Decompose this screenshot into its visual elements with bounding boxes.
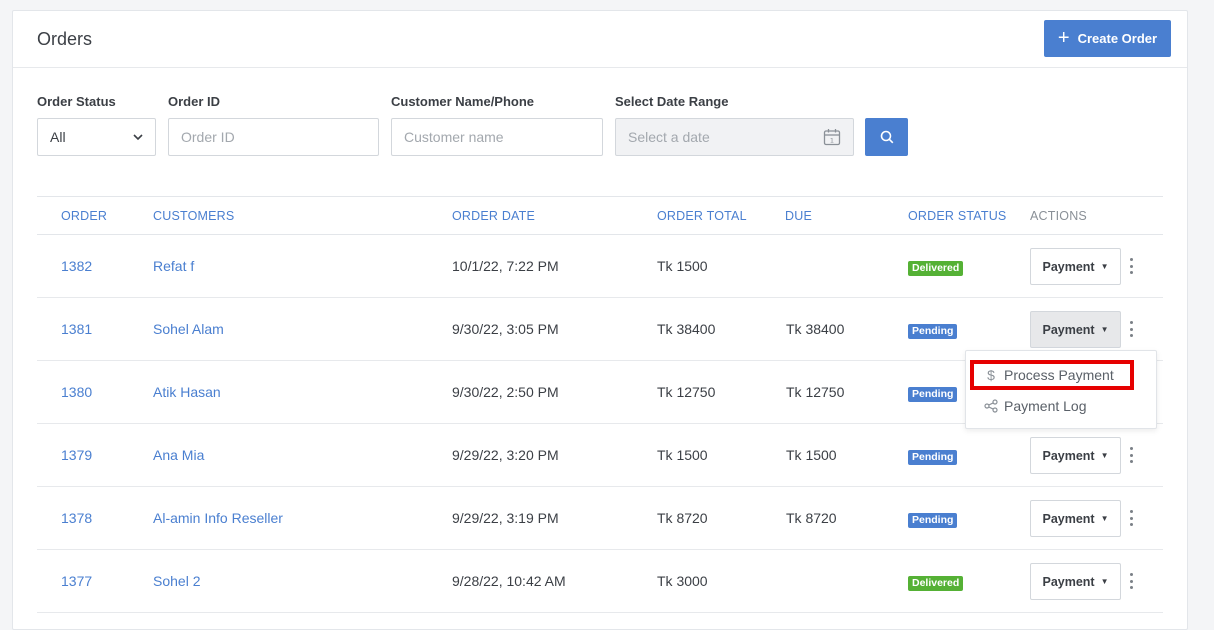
payment-button[interactable]: Payment ▼	[1030, 500, 1121, 537]
table-row: 1382 Refat f 10/1/22, 7:22 PM Tk 1500 De…	[37, 235, 1163, 298]
order-id-link[interactable]: 1382	[61, 258, 92, 274]
dollar-icon: $	[987, 367, 995, 383]
order-id-link[interactable]: 1378	[61, 510, 92, 526]
order-date: 9/30/22, 3:05 PM	[452, 321, 559, 337]
order-due: Tk 8720	[786, 510, 837, 526]
more-options-icon[interactable]	[1126, 509, 1136, 527]
customer-link[interactable]: Al-amin Info Reseller	[153, 510, 283, 526]
order-total: Tk 1500	[657, 447, 708, 463]
col-customers: CUSTOMERS	[153, 209, 235, 223]
search-icon	[880, 130, 893, 144]
status-badge: Pending	[908, 387, 958, 402]
order-status-select[interactable]: All	[37, 118, 156, 156]
order-id-link[interactable]: 1381	[61, 321, 92, 337]
col-order-date: ORDER DATE	[452, 209, 536, 223]
payment-label: Payment	[1042, 574, 1095, 589]
customer-link[interactable]: Ana Mia	[153, 447, 204, 463]
more-options-icon[interactable]	[1126, 257, 1136, 275]
caret-down-icon: ▼	[1100, 514, 1109, 523]
date-placeholder: Select a date	[628, 129, 710, 145]
chevron-down-icon	[133, 133, 143, 140]
order-id-link[interactable]: 1380	[61, 384, 92, 400]
status-badge: Pending	[908, 324, 958, 339]
order-id-link[interactable]: 1379	[61, 447, 92, 463]
page-title: Orders	[37, 29, 93, 49]
order-status-label: Order Status	[37, 94, 116, 109]
col-order: ORDER	[61, 209, 108, 223]
plus-icon: +	[1057, 26, 1070, 49]
status-badge: Pending	[908, 513, 958, 528]
col-actions: ACTIONS	[1030, 209, 1087, 223]
order-due: Tk 38400	[786, 321, 845, 337]
status-badge: Pending	[908, 450, 958, 465]
customer-link[interactable]: Atik Hasan	[153, 384, 221, 400]
order-total: Tk 38400	[657, 321, 716, 337]
process-payment-item[interactable]: $ Process Payment	[970, 360, 1134, 390]
col-order-total: ORDER TOTAL	[657, 209, 747, 223]
payment-label: Payment	[1042, 259, 1095, 274]
order-id-link[interactable]: 1377	[61, 573, 92, 589]
payment-button[interactable]: Payment ▼	[1030, 437, 1121, 474]
customer-link[interactable]: Sohel 2	[153, 573, 200, 589]
table-row: 1377 Sohel 2 9/28/22, 10:42 AM Tk 3000 D…	[37, 550, 1163, 613]
order-date: 9/30/22, 2:50 PM	[452, 384, 559, 400]
order-date: 9/29/22, 3:19 PM	[452, 510, 559, 526]
caret-down-icon: ▼	[1100, 451, 1109, 460]
order-date: 10/1/22, 7:22 PM	[452, 258, 559, 274]
order-id-label: Order ID	[168, 94, 221, 109]
order-total: Tk 12750	[657, 384, 716, 400]
order-id-input[interactable]	[168, 118, 379, 156]
order-total: Tk 1500	[657, 258, 708, 274]
more-options-icon[interactable]	[1126, 446, 1136, 464]
status-badge: Delivered	[908, 261, 964, 276]
order-total: Tk 8720	[657, 510, 708, 526]
payment-label: Payment	[1042, 511, 1095, 526]
order-due: Tk 1500	[786, 447, 837, 463]
table-row: 1379 Ana Mia 9/29/22, 3:20 PM Tk 1500 Tk…	[37, 424, 1163, 487]
order-total: Tk 3000	[657, 573, 708, 589]
card-header: Orders + Create Order	[13, 11, 1187, 68]
order-date: 9/29/22, 3:20 PM	[452, 447, 559, 463]
order-date: 9/28/22, 10:42 AM	[452, 573, 566, 589]
more-options-icon[interactable]	[1126, 572, 1136, 590]
payment-dropdown-menu: $ Process Payment Payment Log	[965, 350, 1157, 429]
search-button[interactable]	[865, 118, 908, 156]
calendar-icon: 1	[823, 129, 841, 146]
order-status-value: All	[50, 129, 66, 145]
customer-link[interactable]: Refat f	[153, 258, 194, 274]
create-order-button[interactable]: + Create Order	[1044, 20, 1171, 57]
date-range-label: Select Date Range	[615, 94, 729, 109]
payment-button[interactable]: Payment ▼	[1030, 563, 1121, 600]
more-options-icon[interactable]	[1126, 320, 1136, 338]
customer-label: Customer Name/Phone	[391, 94, 535, 109]
col-order-status: ORDER STATUS	[908, 209, 1007, 223]
payment-label: Payment	[1042, 322, 1095, 337]
share-icon	[978, 399, 1004, 413]
payment-log-item[interactable]: Payment Log	[972, 391, 1136, 421]
svg-text:1: 1	[830, 137, 834, 145]
order-due: Tk 12750	[786, 384, 845, 400]
caret-down-icon: ▼	[1100, 325, 1109, 334]
payment-label: Payment	[1042, 448, 1095, 463]
caret-down-icon: ▼	[1100, 262, 1109, 271]
payment-log-label: Payment Log	[1004, 398, 1087, 414]
caret-down-icon: ▼	[1100, 577, 1109, 586]
table-row: 1378 Al-amin Info Reseller 9/29/22, 3:19…	[37, 487, 1163, 550]
customer-link[interactable]: Sohel Alam	[153, 321, 224, 337]
process-payment-label: Process Payment	[1004, 367, 1114, 383]
status-badge: Delivered	[908, 576, 964, 591]
customer-input[interactable]	[391, 118, 603, 156]
payment-button[interactable]: Payment ▼	[1030, 248, 1121, 285]
create-order-label: Create Order	[1077, 31, 1158, 46]
table-header: ORDER CUSTOMERS ORDER DATE ORDER TOTAL D…	[37, 196, 1163, 235]
date-range-picker[interactable]: Select a date 1	[615, 118, 854, 156]
payment-button[interactable]: Payment ▼	[1030, 311, 1121, 348]
col-due: DUE	[785, 209, 812, 223]
